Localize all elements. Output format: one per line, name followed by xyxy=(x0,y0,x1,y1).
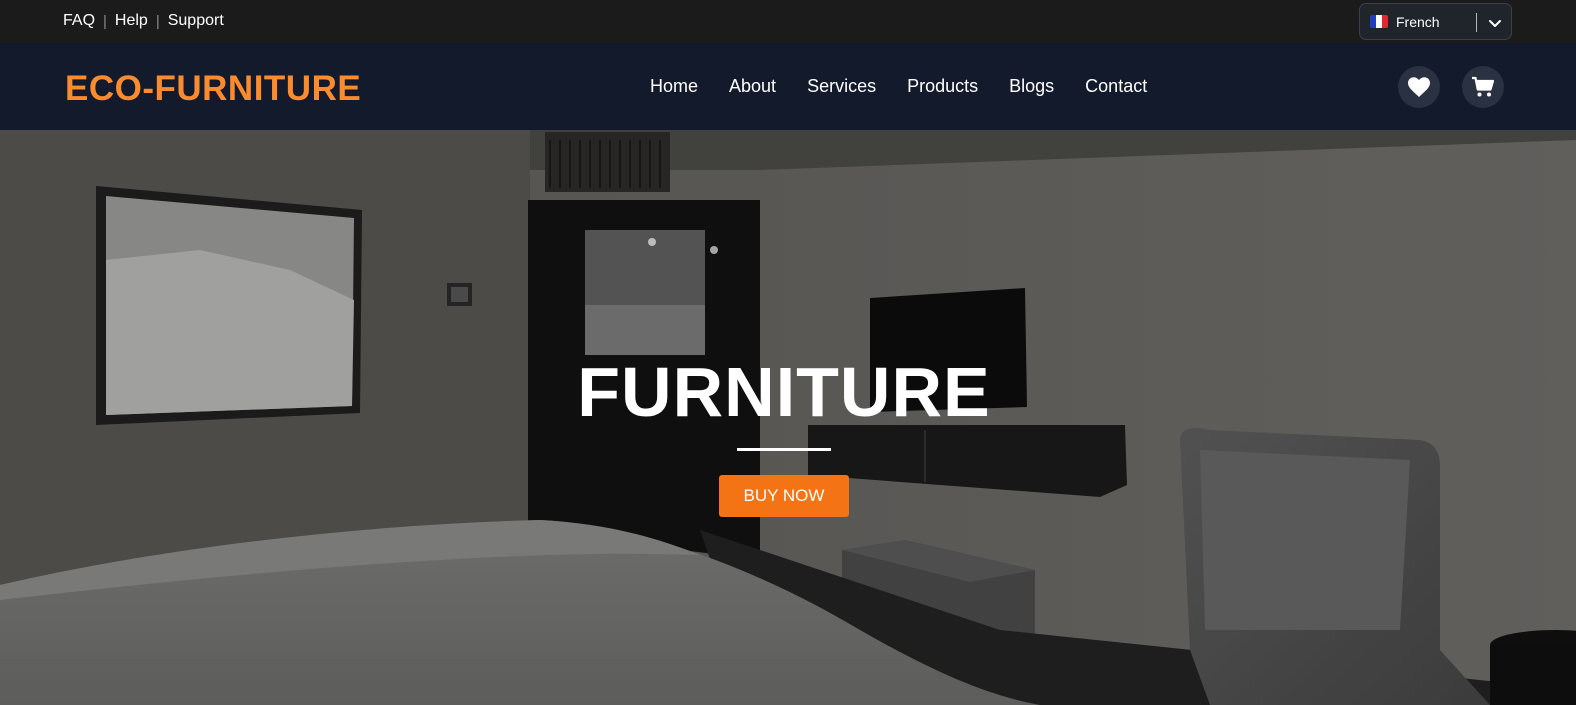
help-link[interactable]: Help xyxy=(115,12,148,30)
link-separator: | xyxy=(103,12,107,30)
language-selector[interactable]: French xyxy=(1359,3,1512,40)
chevron-down-icon[interactable] xyxy=(1488,16,1502,30)
nav-services[interactable]: Services xyxy=(807,76,876,97)
nav-home[interactable]: Home xyxy=(650,76,698,97)
france-flag-icon xyxy=(1370,15,1388,28)
cart-button[interactable] xyxy=(1462,66,1504,108)
language-divider xyxy=(1476,13,1477,32)
main-navbar: ECO-FURNITURE Home About Services Produc… xyxy=(0,43,1576,130)
nav-products[interactable]: Products xyxy=(907,76,978,97)
language-label: French xyxy=(1396,14,1440,30)
site-logo[interactable]: ECO-FURNITURE xyxy=(65,69,361,109)
cart-icon xyxy=(1472,76,1495,97)
link-separator: | xyxy=(155,12,160,30)
nav-blogs[interactable]: Blogs xyxy=(1009,76,1054,97)
top-utility-bar: FAQ | Help | Support French xyxy=(0,0,1576,43)
main-nav: Home About Services Products Blogs Conta… xyxy=(650,76,1147,97)
hero-banner: FURNITURE BUY NOW xyxy=(0,130,1576,705)
buy-now-button[interactable]: BUY NOW xyxy=(719,475,849,517)
hero-divider xyxy=(737,448,831,451)
support-link[interactable]: Support xyxy=(168,12,224,30)
faq-link[interactable]: FAQ xyxy=(63,12,95,30)
nav-contact[interactable]: Contact xyxy=(1085,76,1147,97)
wishlist-button[interactable] xyxy=(1398,66,1440,108)
utility-links: FAQ | Help | Support xyxy=(63,12,224,30)
nav-about[interactable]: About xyxy=(729,76,776,97)
heart-icon xyxy=(1408,77,1430,97)
hero-title: FURNITURE xyxy=(577,353,991,431)
